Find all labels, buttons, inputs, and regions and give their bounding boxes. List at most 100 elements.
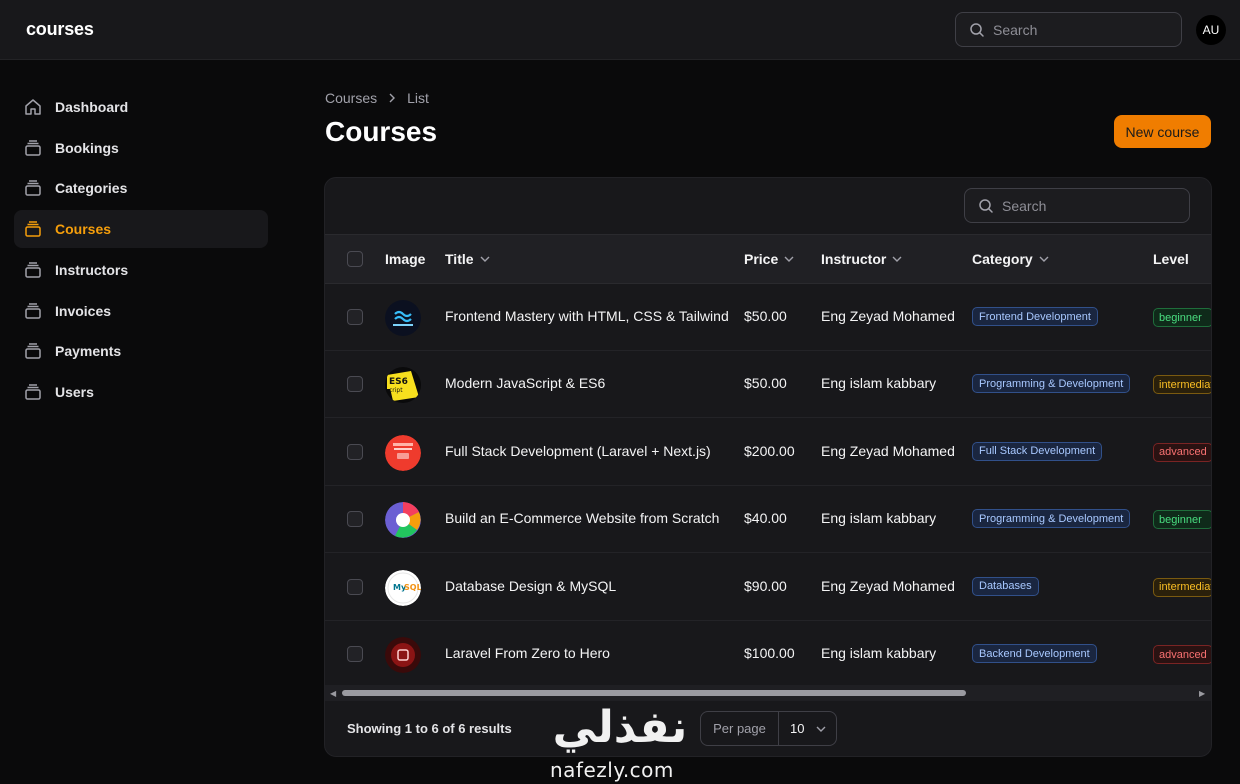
course-thumbnail: ES6 cript — [385, 367, 421, 404]
sidebar-item-dashboard[interactable]: Dashboard — [14, 88, 268, 126]
column-instructor[interactable]: Instructor — [821, 251, 902, 267]
pagination-summary: Showing 1 to 6 of 6 results — [347, 721, 512, 736]
row-checkbox[interactable] — [347, 443, 363, 460]
scrollbar-thumb[interactable] — [342, 690, 966, 696]
column-category[interactable]: Category — [972, 251, 1049, 267]
search-icon — [970, 23, 984, 37]
column-image: Image — [385, 251, 425, 267]
page-title: Courses — [325, 116, 438, 147]
stack-icon — [23, 301, 43, 321]
row-checkbox[interactable] — [347, 578, 363, 595]
table-row[interactable]: Build an E-Commerce Website from Scratch… — [325, 486, 1211, 554]
course-title: Frontend Mastery with HTML, CSS & Tailwi… — [445, 308, 729, 324]
course-instructor: Eng Zeyad Mohamed — [821, 308, 955, 324]
home-icon — [23, 97, 43, 117]
column-title-label: Title — [445, 251, 474, 267]
course-instructor: Eng Zeyad Mohamed — [821, 577, 955, 594]
table-row[interactable]: Laravel From Zero to Hero $100.00 Eng isla… — [325, 621, 1211, 688]
category-badge: Backend Development — [972, 644, 1097, 663]
sidebar-item-invoices[interactable]: Invoices — [14, 292, 268, 330]
table-header: Image Title Price Instructor Category Le… — [325, 234, 1211, 284]
column-price[interactable]: Price — [744, 251, 794, 267]
chevron-down-icon — [784, 256, 794, 262]
table-search-input[interactable] — [1002, 189, 1182, 222]
breadcrumb-current: List — [407, 90, 429, 106]
level-badge: intermediate — [1153, 577, 1211, 597]
scroll-left-icon[interactable]: ◀ — [330, 689, 336, 698]
course-instructor: Eng islam kabbary — [821, 645, 937, 661]
sidebar-item-label: Users — [55, 383, 94, 400]
course-instructor: Eng Zeyad Mohamed — [821, 442, 955, 459]
per-page-value: 10 — [790, 721, 805, 736]
level-badge: intermediate — [1153, 375, 1211, 395]
row-checkbox[interactable] — [347, 511, 363, 528]
course-thumbnail — [385, 434, 421, 471]
course-instructor: Eng islam kabbary — [821, 375, 937, 392]
row-checkbox[interactable] — [347, 309, 363, 325]
category-badge: Programming & Development — [972, 509, 1131, 529]
sidebar-item-label: Payments — [55, 343, 122, 360]
stack-icon — [23, 260, 43, 280]
table-row[interactable]: My SQL Database Design & MySQL $90.00 Eng Ze… — [325, 554, 1211, 621]
chevron-down-icon — [816, 726, 826, 732]
column-level-label: Level — [1153, 251, 1189, 267]
sidebar-item-users[interactable]: Users — [14, 373, 268, 411]
course-title: Build an E-Commerce Website from Scratch — [445, 510, 720, 527]
sidebar-item-bookings[interactable]: Bookings — [14, 129, 268, 167]
per-page-select[interactable]: Per page 10 — [700, 711, 837, 746]
row-checkbox[interactable] — [347, 646, 363, 662]
breadcrumb: Courses List — [325, 90, 429, 106]
sidebar-item-courses[interactable]: Courses — [14, 210, 268, 249]
horizontal-scrollbar[interactable]: ◀ ▶ — [325, 685, 1211, 701]
column-price-label: Price — [744, 251, 779, 267]
course-thumbnail — [385, 502, 421, 539]
svg-text:cript: cript — [389, 387, 403, 394]
row-checkbox[interactable] — [347, 376, 363, 393]
level-badge: advanced — [1153, 645, 1211, 664]
svg-text:SQL: SQL — [404, 583, 421, 592]
new-course-button[interactable]: New course — [1114, 115, 1211, 148]
table-row[interactable]: Frontend Mastery with HTML, CSS & Tailwi… — [325, 284, 1211, 351]
chevron-right-icon — [389, 93, 396, 103]
chevron-down-icon — [892, 256, 902, 262]
sidebar-item-payments[interactable]: Payments — [14, 332, 268, 370]
sidebar-item-label: Dashboard — [55, 99, 129, 115]
per-page-label: Per page — [701, 712, 779, 745]
column-category-label: Category — [972, 251, 1033, 267]
column-title[interactable]: Title — [445, 251, 490, 267]
app-brand[interactable]: courses — [26, 19, 94, 40]
sidebar-item-instructors[interactable]: Instructors — [14, 251, 268, 289]
table-search[interactable] — [964, 188, 1190, 223]
select-all-checkbox[interactable] — [347, 251, 363, 267]
course-thumbnail — [385, 637, 421, 673]
course-price: $50.00 — [744, 375, 787, 392]
global-search[interactable] — [955, 12, 1182, 47]
global-search-input[interactable] — [993, 13, 1173, 46]
category-badge: Frontend Development — [972, 307, 1098, 326]
course-thumbnail: My SQL — [385, 569, 421, 606]
sidebar-item-categories[interactable]: Categories — [14, 169, 268, 207]
breadcrumb-parent[interactable]: Courses — [325, 90, 377, 106]
sidebar-item-label: Instructors — [55, 261, 129, 278]
table-row[interactable]: Full Stack Development (Laravel + Next.j… — [325, 419, 1211, 486]
level-badge: beginner — [1153, 308, 1211, 327]
sidebar-item-label: Categories — [55, 180, 128, 197]
stack-icon — [23, 138, 43, 158]
course-price: $200.00 — [744, 442, 795, 459]
search-icon — [979, 199, 993, 213]
category-badge: Programming & Development — [972, 374, 1131, 394]
level-badge: advanced — [1153, 442, 1211, 462]
chevron-down-icon — [1039, 256, 1049, 262]
scroll-right-icon[interactable]: ▶ — [1199, 689, 1205, 698]
sidebar-item-label: Courses — [55, 221, 112, 238]
column-instructor-label: Instructor — [821, 251, 887, 267]
top-bar: courses AU — [0, 0, 1240, 60]
course-title: Modern JavaScript & ES6 — [445, 375, 606, 392]
per-page-value-select[interactable]: 10 — [779, 712, 836, 745]
table-row[interactable]: ES6 cript Modern JavaScript & ES6 $50.00 Eng… — [325, 351, 1211, 419]
category-badge: Full Stack Development — [972, 441, 1103, 461]
course-thumbnail — [385, 300, 421, 336]
column-image-label: Image — [385, 251, 426, 267]
user-avatar[interactable]: AU — [1196, 15, 1226, 45]
sidebar-item-label: Invoices — [55, 302, 112, 319]
